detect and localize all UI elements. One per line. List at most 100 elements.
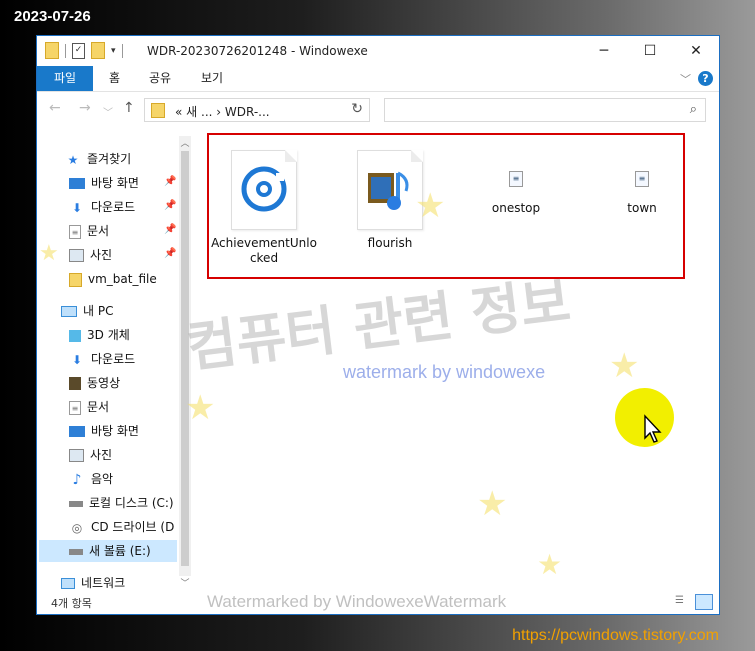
window-title: WDR-20230726201248 - Windowexe (147, 44, 368, 58)
file-name: AchievementUnlocked (211, 236, 317, 265)
nav-this-pc[interactable]: 내 PC (61, 300, 113, 322)
star-decoration: ★ (185, 388, 216, 428)
music-icon: ♪ (72, 471, 82, 488)
forward-arrow-icon[interactable]: → (79, 100, 91, 116)
nav-label: 다운로드 (91, 200, 136, 214)
folder-icon (45, 42, 59, 59)
quick-access-toolbar: ✓ ▾ (45, 42, 123, 59)
properties-icon[interactable]: ✓ (72, 42, 85, 59)
nav-label: vm_bat_file (88, 272, 157, 286)
watermark-footer: Watermarked by WindowexeWatermark (207, 592, 507, 611)
nav-pictures-pinned[interactable]: 사진 (69, 244, 112, 266)
document-icon: ≡ (69, 400, 81, 415)
maximize-button[interactable]: ☐ (627, 36, 673, 66)
nav-vm-bat-file[interactable]: vm_bat_file (69, 268, 157, 290)
help-icon[interactable]: ? (698, 71, 713, 86)
nav-cd-drive-d[interactable]: ◎ CD 드라이브 (D (69, 516, 175, 538)
title-bar: ✓ ▾ WDR-20230726201248 - Windowexe ─ ☐ ✕ (37, 36, 719, 66)
pc-icon (61, 306, 77, 317)
disk-icon (69, 548, 83, 555)
tab-view[interactable]: 보기 (201, 66, 223, 91)
nav-label: 3D 개체 (87, 328, 130, 342)
network-icon (61, 578, 75, 589)
new-folder-icon[interactable] (91, 42, 105, 59)
star-decoration: ★ (537, 548, 563, 581)
nav-label: 바탕 화면 (91, 424, 139, 438)
file-item[interactable]: AchievementUnlocked (209, 138, 319, 266)
divider (65, 43, 66, 58)
folder-icon (69, 272, 82, 287)
site-url: https://pcwindows.tistory.com (512, 627, 719, 644)
back-arrow-icon[interactable]: ← (49, 100, 61, 116)
file-name: flourish (367, 236, 413, 250)
nav-documents[interactable]: ≡ 문서 (69, 396, 109, 418)
nav-desktop[interactable]: 바탕 화면 (69, 420, 139, 442)
search-box[interactable]: ⌕ (384, 98, 706, 122)
nav-pictures[interactable]: 사진 (69, 444, 112, 466)
sound-file-icon (231, 150, 297, 230)
scroll-up-icon[interactable]: ︿ (179, 136, 191, 149)
file-item[interactable]: ≡ town (587, 138, 697, 216)
download-icon: ⬇ (71, 352, 83, 367)
explorer-window: ✓ ▾ WDR-20230726201248 - Windowexe ─ ☐ ✕… (36, 35, 720, 615)
chevron-down-icon[interactable]: ﹀ (680, 71, 691, 87)
file-item[interactable]: ≡ onestop (461, 138, 571, 216)
mouse-cursor-icon (644, 414, 662, 443)
nav-label: 내 PC (83, 304, 114, 318)
small-file-icon: ≡ (509, 171, 523, 187)
nav-3d-objects[interactable]: 3D 개체 (69, 324, 130, 346)
star-icon: ★ (67, 152, 79, 167)
star-decoration: ★ (415, 186, 446, 226)
customize-toolbar-icon[interactable]: ▾ (111, 46, 116, 56)
close-button[interactable]: ✕ (673, 36, 719, 66)
refresh-icon[interactable]: ↻ (351, 101, 363, 117)
nav-label: 문서 (87, 400, 110, 414)
nav-videos[interactable]: 동영상 (69, 372, 120, 394)
nav-quick-access[interactable]: ★ 즐겨찾기 (65, 148, 132, 170)
video-icon (69, 377, 81, 390)
cube-icon (69, 329, 81, 342)
nav-label: 로컬 디스크 (C:) (89, 496, 174, 510)
midi-file-icon (357, 150, 423, 230)
nav-new-volume-e[interactable]: 새 볼륨 (E:) (39, 540, 177, 562)
cd-icon: ◎ (71, 520, 83, 535)
pin-icon: 📌 (164, 176, 177, 187)
nav-downloads[interactable]: ⬇ 다운로드 (69, 348, 135, 370)
watermark-english: watermark by windowexe (343, 362, 546, 382)
nav-documents-pinned[interactable]: ≡ 문서 (69, 220, 109, 242)
navigation-pane: ★ 즐겨찾기 바탕 화면 📌 ⬇ 다운로드 📌 ≡ 문서 📌 사진 📌 vm_bat_… (37, 136, 192, 590)
pin-icon: 📌 (164, 248, 177, 259)
desktop-icon (69, 426, 85, 437)
nav-music[interactable]: ♪ 음악 (69, 468, 114, 490)
large-icons-view-icon[interactable] (695, 594, 713, 610)
address-row: ← → ﹀ ↑ « 새 ... › WDR-... ↻ ⌕ (37, 96, 719, 124)
star-decoration: ★ (609, 346, 640, 386)
up-arrow-icon[interactable]: ↑ (123, 100, 135, 116)
minimize-button[interactable]: ─ (581, 36, 627, 66)
nav-network[interactable]: 네트워크 (61, 572, 125, 594)
nav-label: 새 볼륨 (E:) (89, 544, 151, 558)
tab-home[interactable]: 홈 (109, 66, 120, 91)
nav-desktop-pinned[interactable]: 바탕 화면 (69, 172, 139, 194)
nav-local-disk-c[interactable]: 로컬 디스크 (C:) (69, 492, 174, 514)
file-name: onestop (491, 201, 541, 215)
desktop-icon (69, 178, 85, 189)
document-icon: ≡ (69, 224, 81, 239)
search-icon: ⌕ (689, 102, 697, 117)
breadcrumb[interactable]: « 새 ... › WDR-... (175, 103, 270, 120)
divider (121, 43, 123, 58)
pictures-icon (69, 249, 84, 262)
pin-icon: 📌 (164, 224, 177, 235)
tab-file[interactable]: 파일 (37, 66, 93, 91)
details-view-icon[interactable]: ☰ (675, 595, 689, 609)
scroll-down-icon[interactable]: ﹀ (179, 576, 191, 589)
address-bar[interactable]: « 새 ... › WDR-... ↻ (144, 98, 370, 122)
nav-label: 사진 (90, 448, 113, 462)
pictures-icon (69, 449, 84, 462)
ribbon: 파일 홈 공유 보기 ﹀ ? (37, 66, 719, 92)
nav-downloads-pinned[interactable]: ⬇ 다운로드 (69, 196, 135, 218)
recent-locations-icon[interactable]: ﹀ (103, 104, 113, 119)
item-count: 4개 항목 (51, 597, 92, 610)
nav-label: 음악 (91, 472, 114, 486)
tab-share[interactable]: 공유 (149, 66, 171, 91)
